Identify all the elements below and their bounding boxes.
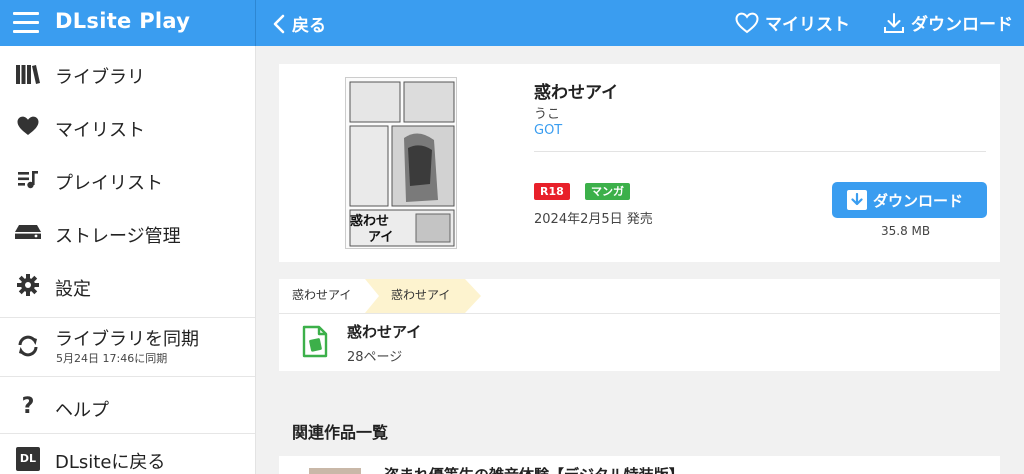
heart-outline-icon [735,12,759,33]
sidebar-item-library[interactable]: ライブラリ [0,56,255,92]
sidebar-item-label: プレイリスト [55,173,163,194]
sync-icon [14,332,42,360]
download-button[interactable]: ダウンロード [832,182,987,218]
work-circle-link[interactable]: GOT [534,123,562,138]
volume-title[interactable]: 惑わせアイ [347,321,421,342]
sidebar-item-storage[interactable]: ストレージ管理 [0,214,255,250]
breadcrumb-item-active[interactable]: 惑わせアイ [365,279,481,312]
sidebar-item-label: ヘルプ [55,400,109,421]
dl-icon: DL [14,445,42,473]
related-heading: 関連作品一覧 [292,423,389,442]
document-icon [301,325,329,363]
sidebar-item-label: ライブラリ [55,67,145,88]
storage-icon [14,218,42,246]
r18-badge: R18 [534,183,570,200]
playlist-icon [14,165,42,193]
sidebar-divider [0,433,255,434]
sidebar-item-settings[interactable]: 設定 [0,267,255,303]
download-icon [884,12,904,33]
sidebar: ライブラリ マイリスト プレイリスト ストレージ管理 設定 ライブラリを同期 5… [0,46,256,474]
header-download-button[interactable]: ダウンロード [883,10,1013,35]
chevron-left-icon [273,14,285,33]
back-button[interactable]: 戻る [272,11,326,36]
gear-icon [14,271,42,299]
sidebar-item-sync[interactable]: ライブラリを同期 5月24日 17:46に同期 [0,324,255,368]
divider [534,151,986,152]
volume-pages: 28ページ [347,350,403,365]
sidebar-item-help[interactable]: ? ヘルプ [0,388,255,424]
top-bar: DLsite Play 戻る マイリスト ダウンロード [0,0,1024,46]
back-label: 戻る [292,16,326,36]
heart-icon [14,112,42,140]
sidebar-item-label: DLsiteに戻る [55,452,166,473]
sidebar-divider [0,317,255,318]
download-icon [847,190,867,210]
release-date: 2024年2月5日 発売 [534,212,653,227]
work-author[interactable]: うこ [534,103,560,122]
sync-timestamp: 5月24日 17:46に同期 [56,352,168,365]
help-icon: ? [21,393,35,419]
genre-badge: マンガ [585,183,630,200]
divider [279,313,1000,314]
download-button-label: ダウンロード [873,191,964,210]
sidebar-item-label: 設定 [55,279,91,300]
sidebar-item-dlsite[interactable]: DL DLsiteに戻る [0,441,255,474]
related-item[interactable]: 盗まれ優等生の雑音体験【デジタル特装版】 [279,456,1000,474]
library-icon [14,60,42,88]
cover-title-text: アイ [368,230,394,245]
work-cover-image[interactable]: 惑わせ アイ [345,77,457,249]
menu-icon[interactable] [13,12,39,34]
sidebar-item-playlist[interactable]: プレイリスト [0,161,255,197]
sidebar-item-label: マイリスト [55,120,145,141]
work-title: 惑わせアイ [534,83,619,103]
sidebar-item-label: ライブラリを同期 [55,329,199,350]
related-thumbnail [309,468,361,474]
top-bar-left: DLsite Play [0,0,256,46]
file-size: 35.8 MB [881,224,931,238]
related-title: 盗まれ優等生の雑音体験【デジタル特装版】 [384,464,684,474]
sidebar-item-label: ストレージ管理 [55,226,181,247]
app-logo[interactable]: DLsite Play [55,9,190,33]
download-label: ダウンロード [911,15,1013,35]
mylist-label: マイリスト [765,15,850,35]
sidebar-item-mylist[interactable]: マイリスト [0,108,255,144]
sidebar-divider [0,376,255,377]
mylist-button[interactable]: マイリスト [735,10,850,35]
